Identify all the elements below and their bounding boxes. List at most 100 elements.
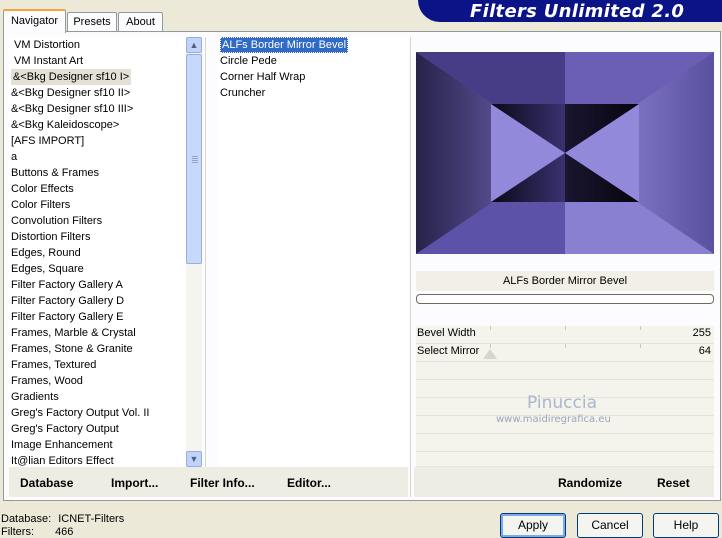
category-item[interactable]: Distortion Filters — [9, 229, 186, 245]
category-label: Edges, Square — [11, 263, 84, 275]
filter-list[interactable]: ALFs Border Mirror Bevel Circle Pede Corne… — [218, 37, 408, 467]
category-label: Image Enhancement — [11, 439, 113, 451]
category-label: Gradients — [11, 391, 59, 403]
filter-label: ALFs Border Mirror Bevel — [220, 37, 349, 53]
category-item[interactable]: Image Enhancement — [9, 437, 186, 453]
category-label: &<Bkg Designer sf10 I> — [11, 69, 132, 85]
category-item[interactable]: &<Bkg Kaleidoscope> — [9, 117, 186, 133]
category-item[interactable]: Filter Factory Gallery E — [9, 309, 186, 325]
import-button[interactable]: Import... — [111, 476, 158, 490]
category-label: Color Effects — [11, 183, 74, 195]
scroll-thumb[interactable] — [186, 54, 202, 264]
filter-label: Corner Half Wrap — [220, 71, 306, 83]
scroll-up-button[interactable]: ▲ — [186, 37, 202, 53]
help-button[interactable]: Help — [653, 513, 719, 538]
category-label: Filter Factory Gallery D — [11, 295, 125, 307]
category-item[interactable]: &<Bkg Designer sf10 II> — [9, 85, 186, 101]
category-item[interactable]: Edges, Round — [9, 245, 186, 261]
filter-preview — [416, 52, 714, 254]
category-label: &<Bkg Kaleidoscope> — [11, 119, 120, 131]
tab-about[interactable]: About — [118, 12, 163, 31]
category-item[interactable]: Frames, Textured — [9, 357, 186, 373]
database-button[interactable]: Database — [20, 476, 73, 490]
preview-image — [416, 52, 714, 254]
divider — [205, 37, 206, 467]
category-item[interactable]: Buttons & Frames — [9, 165, 186, 181]
select-mirror-value: 64 — [698, 345, 711, 357]
category-item[interactable]: Filter Factory Gallery A — [9, 277, 186, 293]
category-label: Greg's Factory Output Vol. II — [11, 407, 150, 419]
filter-label: Cruncher — [220, 87, 266, 99]
bevel-width-slider[interactable] — [490, 326, 690, 342]
category-label: Frames, Stone & Granite — [11, 343, 133, 355]
editor-button[interactable]: Editor... — [287, 476, 331, 490]
watermark-site: www.maidiregrafica.eu — [496, 414, 611, 425]
reset-button[interactable]: Reset — [657, 476, 690, 490]
status-database-label: Database: — [1, 513, 52, 525]
category-item[interactable]: VM Instant Art — [9, 53, 186, 69]
category-list[interactable]: VM Distortion VM Instant Art &<Bkg Designe… — [9, 37, 186, 467]
divider — [410, 37, 411, 497]
category-label: VM Instant Art — [14, 55, 84, 67]
category-item[interactable]: Edges, Square — [9, 261, 186, 277]
category-item[interactable]: Gradients — [9, 389, 186, 405]
filter-item[interactable]: Circle Pede — [218, 53, 408, 69]
category-item[interactable]: &<Bkg Designer sf10 I> — [9, 69, 186, 85]
status-filters-value: 466 — [55, 526, 74, 538]
category-item[interactable]: a — [9, 149, 186, 165]
app-title: Filters Unlimited 2.0 — [470, 1, 685, 22]
category-label: It@lian Editors Effect — [11, 455, 114, 467]
scroll-down-button[interactable]: ▼ — [186, 451, 202, 467]
category-scrollbar[interactable]: ▲ ▼ — [186, 37, 202, 467]
category-item[interactable]: Frames, Wood — [9, 373, 186, 389]
watermark-name: Pinuccia — [527, 393, 597, 413]
category-item[interactable]: Greg's Factory Output Vol. II — [9, 405, 186, 421]
cancel-button[interactable]: Cancel — [577, 513, 643, 538]
filter-label: Circle Pede — [220, 55, 277, 67]
status-database: Database: ICNET-Filters — [1, 513, 124, 525]
preview-filter-name: ALFs Border Mirror Bevel — [502, 275, 628, 287]
category-item[interactable]: Frames, Stone & Granite — [9, 341, 186, 357]
param-row — [416, 452, 714, 467]
category-label: Convolution Filters — [11, 215, 103, 227]
category-label: &<Bkg Designer sf10 II> — [11, 87, 131, 99]
category-item[interactable]: It@lian Editors Effect — [9, 453, 186, 467]
category-item[interactable]: VM Distortion — [9, 37, 186, 53]
randomize-button[interactable]: Randomize — [558, 476, 622, 490]
bevel-width-value: 255 — [692, 327, 711, 339]
select-mirror-slider[interactable] — [483, 344, 690, 360]
filter-item[interactable]: Cruncher — [218, 85, 408, 101]
slider-thumb[interactable] — [483, 349, 497, 359]
category-label: Filter Factory Gallery A — [11, 279, 123, 291]
status-filters-label: Filters: — [1, 526, 34, 538]
category-label: Frames, Marble & Crystal — [11, 327, 136, 339]
filter-info-button[interactable]: Filter Info... — [190, 476, 255, 490]
category-label: Buttons & Frames — [11, 167, 100, 179]
param-row — [416, 362, 714, 380]
select-mirror-label: Select Mirror — [417, 345, 480, 357]
category-item[interactable]: [AFS IMPORT] — [9, 133, 186, 149]
category-label: Filter Factory Gallery E — [11, 311, 124, 323]
category-label: &<Bkg Designer sf10 III> — [11, 103, 134, 115]
category-label: VM Distortion — [14, 39, 81, 51]
tab-presets[interactable]: Presets — [67, 12, 117, 31]
category-item[interactable]: Convolution Filters — [9, 213, 186, 229]
tab-navigator[interactable]: Navigator — [3, 9, 66, 33]
category-label: Color Filters — [11, 199, 71, 211]
category-item[interactable]: &<Bkg Designer sf10 III> — [9, 101, 186, 117]
category-item[interactable]: Color Filters — [9, 197, 186, 213]
category-item[interactable]: Color Effects — [9, 181, 186, 197]
bevel-width-label: Bevel Width — [417, 327, 476, 339]
filter-item[interactable]: ALFs Border Mirror Bevel — [218, 37, 408, 53]
category-item[interactable]: Filter Factory Gallery D — [9, 293, 186, 309]
status-filters: Filters: 466 — [1, 526, 73, 538]
category-label: Edges, Round — [11, 247, 81, 259]
progress-bar — [416, 294, 714, 304]
apply-button[interactable]: Apply — [500, 513, 566, 538]
category-item[interactable]: Frames, Marble & Crystal — [9, 325, 186, 341]
status-database-value: ICNET-Filters — [58, 513, 125, 525]
filter-item[interactable]: Corner Half Wrap — [218, 69, 408, 85]
param-row — [416, 434, 714, 452]
category-item[interactable]: Greg's Factory Output — [9, 421, 186, 437]
category-label: Greg's Factory Output — [11, 423, 119, 435]
